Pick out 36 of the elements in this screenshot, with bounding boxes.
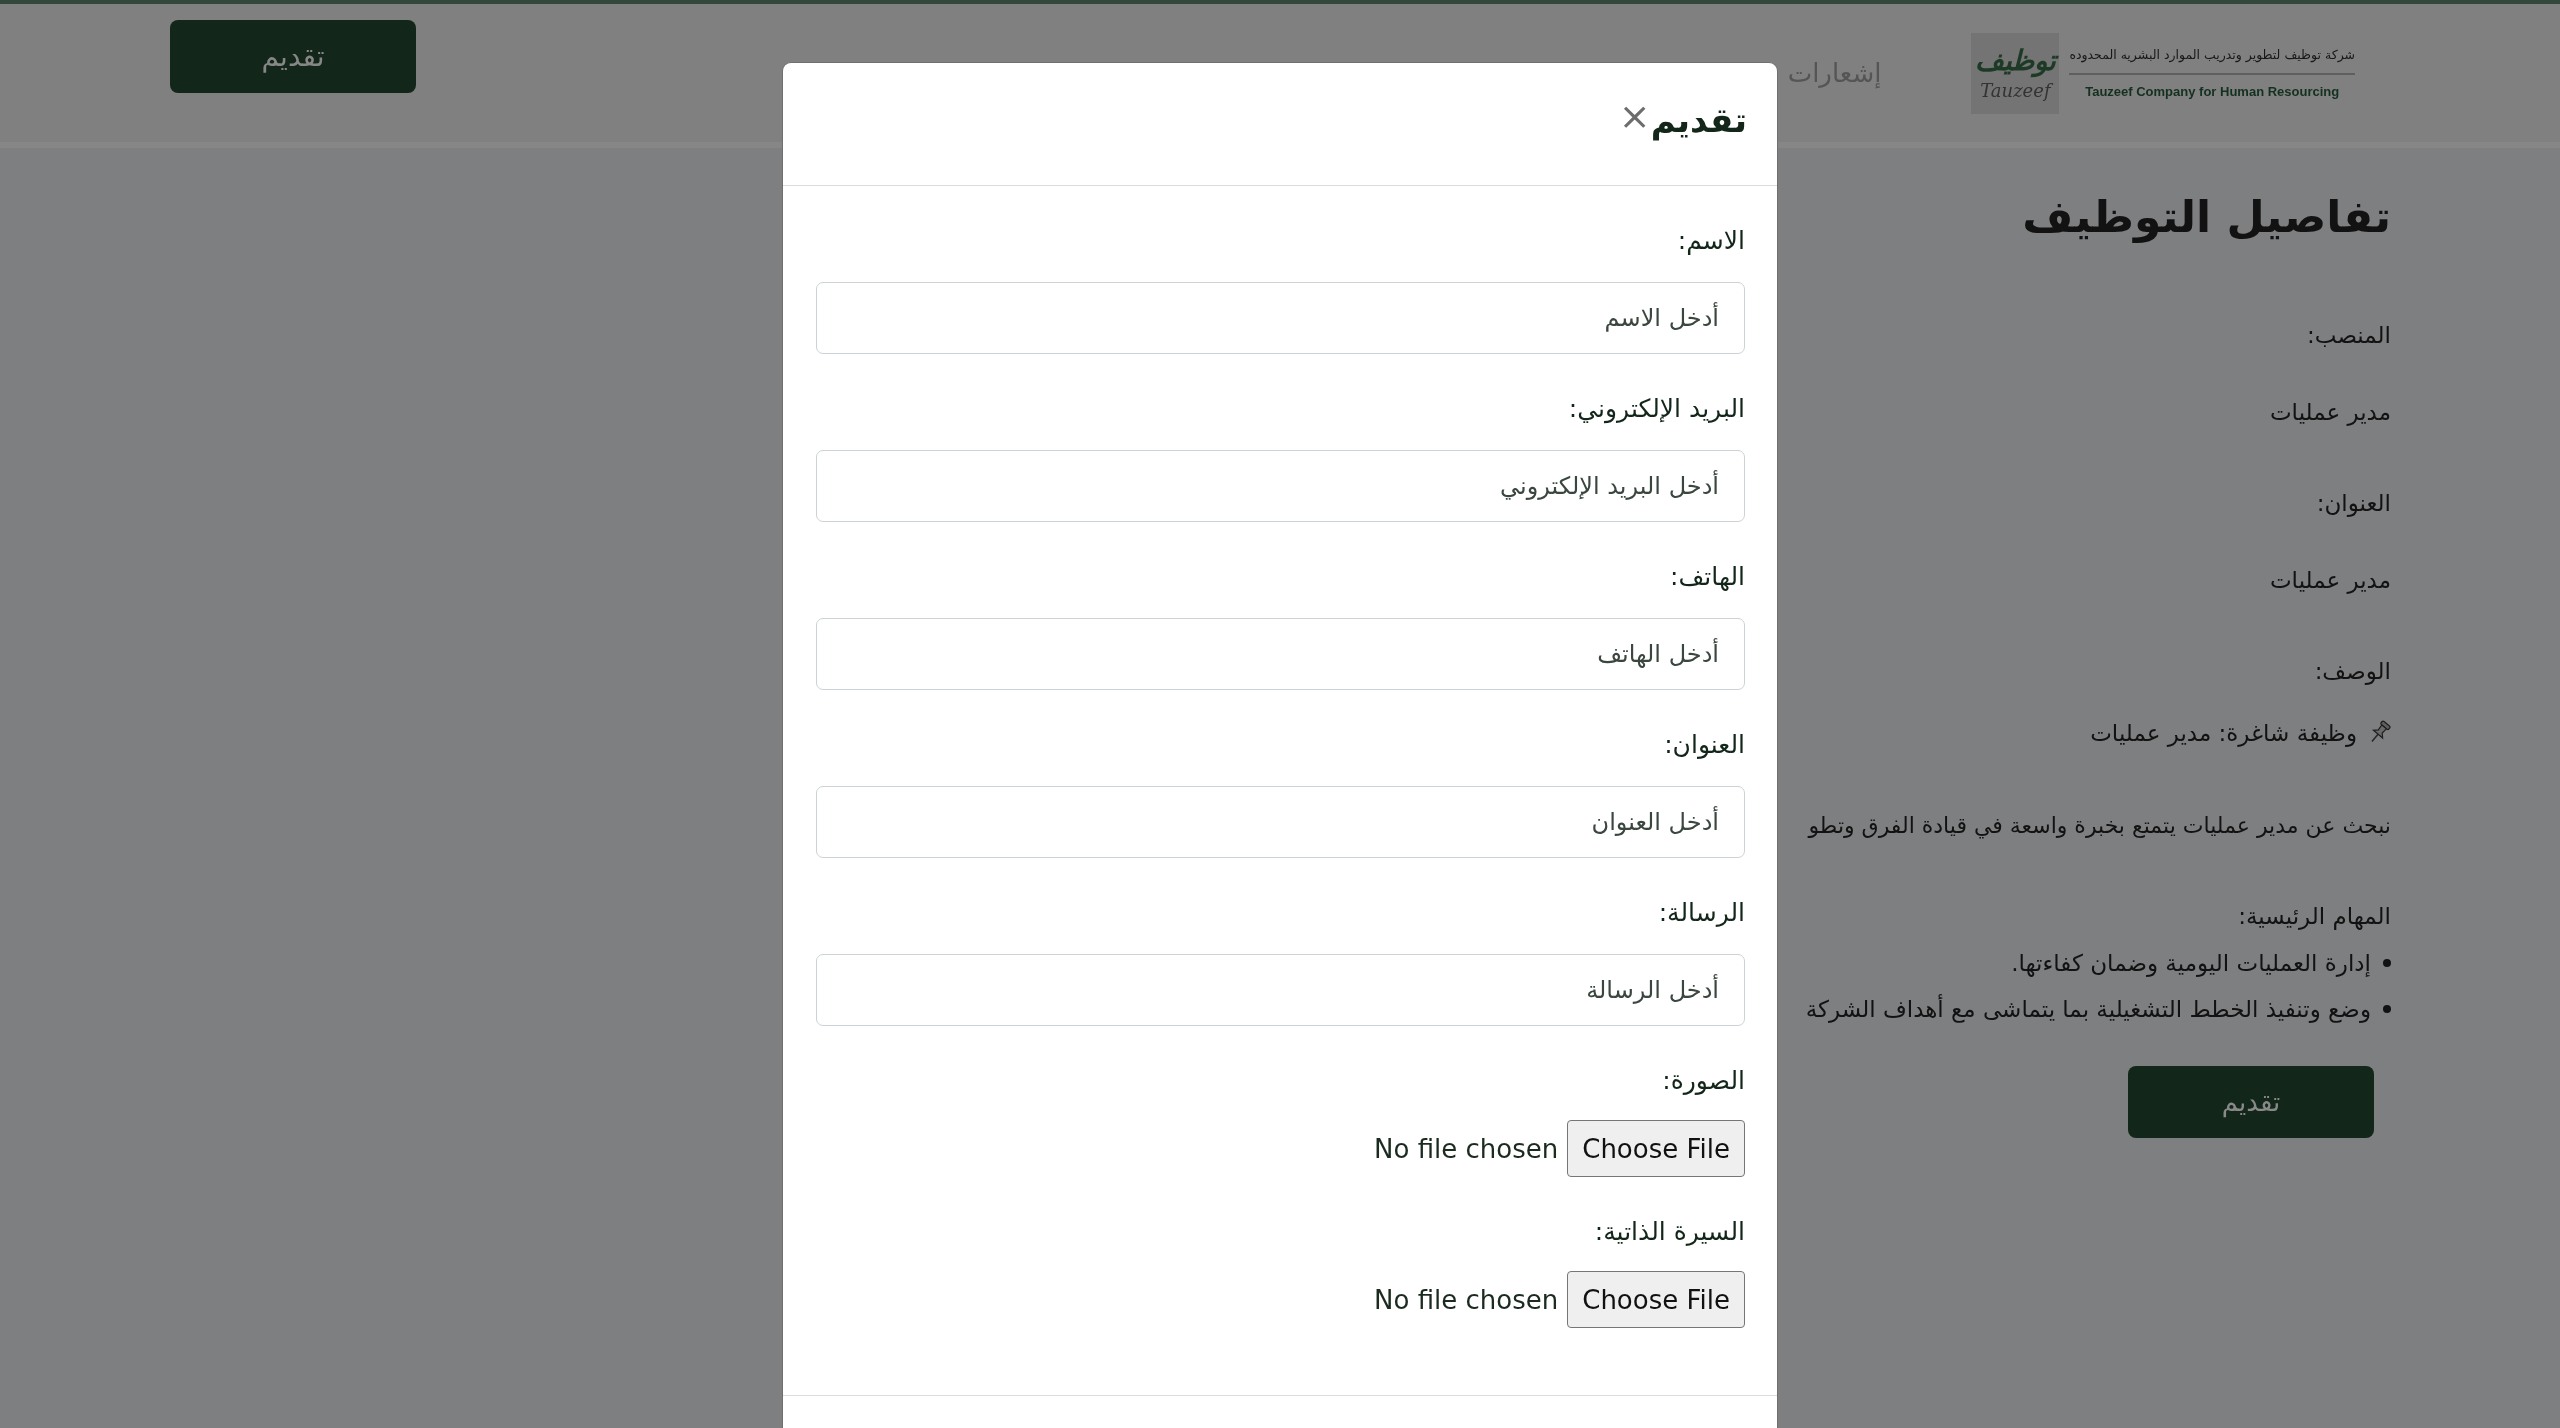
apply-button[interactable]: تقديم — [170, 20, 416, 93]
task-item: إدارة العمليات اليومية وضمان كفاءتها. — [2011, 949, 2371, 979]
field-label: الصورة: — [1662, 1065, 1745, 1097]
field-value: مدير عمليات — [2269, 566, 2391, 596]
field-label: العنوان: — [1664, 729, 1745, 761]
modal-title: تقديم — [1650, 99, 1747, 143]
task-item: وضع وتنفيذ الخطط التشغيلية بما يتماشى مع أهداف الشركة — [1805, 993, 2371, 1025]
section-label: المهام الرئيسية: — [2238, 902, 2391, 932]
field-label: الاسم: — [1677, 225, 1745, 257]
input-field[interactable]: أدخل العنوان — [816, 786, 1745, 858]
file-status: No file chosen — [1374, 1133, 1559, 1164]
choose-file-button[interactable]: Choose File — [1567, 1271, 1745, 1328]
field-label: البريد الإلكتروني: — [1568, 393, 1745, 426]
input-field[interactable]: أدخل الهاتف — [816, 618, 1745, 690]
job-headline: وظيفة شاغرة: مدير عمليات — [2090, 719, 2357, 749]
description-text: نبحث عن مدير عمليات يتمتع بخبرة واسعة في قيادة الفرق وتطو — [1808, 812, 2391, 841]
field-label: المنصب: — [2307, 321, 2391, 350]
logo-wordmark: Tauzeef — [1980, 79, 2051, 103]
field-label: السيرة الذاتية: — [1594, 1216, 1745, 1248]
field-label: الوصف: — [2314, 657, 2391, 687]
apply-button[interactable]: تقديم — [2128, 1066, 2374, 1138]
close-button[interactable]: × — [1618, 96, 1651, 136]
input-field[interactable]: أدخل الرسالة — [816, 954, 1745, 1026]
field-label: الرسالة: — [1658, 897, 1745, 929]
field-value: مدير عمليات — [2269, 398, 2391, 428]
field-label: الهاتف: — [1670, 561, 1745, 593]
choose-file-button[interactable]: Choose File — [1567, 1120, 1745, 1177]
field-label: العنوان: — [2316, 489, 2391, 519]
input-field[interactable]: أدخل الاسم — [816, 282, 1745, 354]
bullet-icon — [2383, 959, 2391, 967]
input-field[interactable]: أدخل البريد الإلكتروني — [816, 450, 1745, 522]
file-status: No file chosen — [1374, 1284, 1559, 1315]
bullet-icon — [2383, 1005, 2391, 1013]
company-name: Tauzeef Company for Human Resourcing — [2085, 82, 2340, 101]
page-title: تفاصيل التوظيف — [2022, 190, 2391, 245]
company-name: شركة توظيف لتطوير وتدريب الموارد البشريه المحدوده — [2069, 45, 2355, 65]
